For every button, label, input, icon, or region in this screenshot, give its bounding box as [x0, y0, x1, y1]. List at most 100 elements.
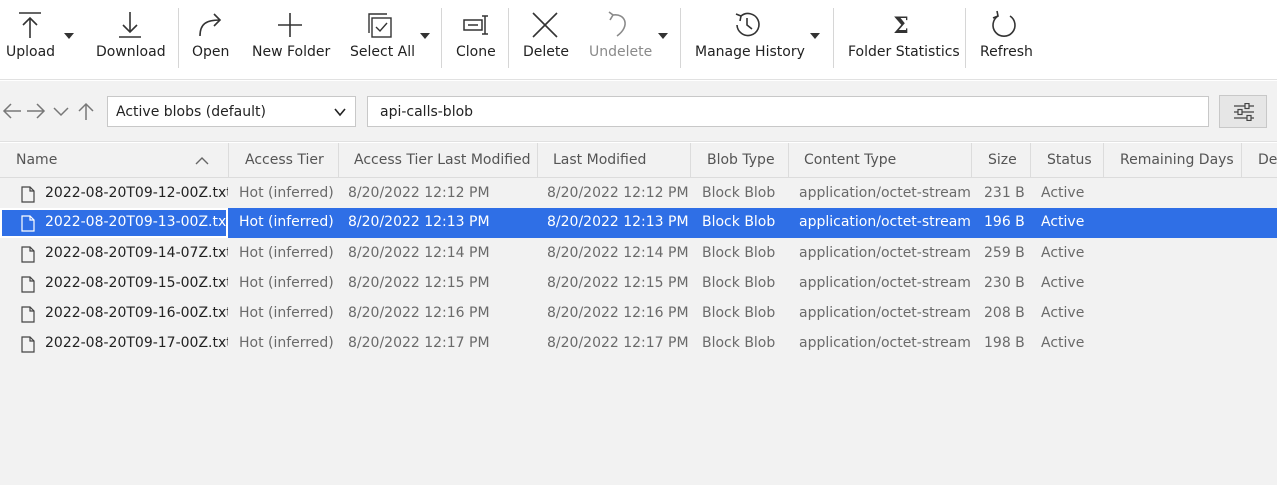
file-icon — [21, 246, 35, 263]
access-tier-modified-cell: 8/20/2022 12:13 PM — [348, 214, 490, 230]
last-modified-cell: 8/20/2022 12:13 PM — [547, 214, 689, 230]
column-header-truncated[interactable]: De — [1242, 143, 1277, 178]
blob-name: 2022-08-20T09-12-00Z.txt — [45, 185, 228, 201]
refresh-button[interactable]: Refresh — [974, 0, 1036, 74]
access-tier-cell: Hot (inferred) — [239, 305, 334, 321]
status-cell: Active — [1041, 305, 1085, 321]
undelete-dropdown-caret[interactable] — [658, 33, 668, 39]
size-cell: 208 B — [984, 305, 1025, 321]
column-header-remaining-days[interactable]: Remaining Days — [1104, 143, 1242, 178]
table-row[interactable]: 2022-08-20T09-12-00Z.txt Hot (inferred) 8/… — [0, 179, 1277, 209]
path-input[interactable]: api-calls-blob — [367, 96, 1209, 127]
access-tier-modified-cell: 8/20/2022 12:14 PM — [348, 245, 490, 261]
blob-name: 2022-08-20T09-15-00Z.txt — [45, 275, 228, 291]
blob-name: 2022-08-20T09-14-07Z.txt — [45, 245, 228, 261]
access-tier-cell: Hot (inferred) — [239, 335, 334, 351]
status-cell: Active — [1041, 185, 1085, 201]
column-header-access-tier[interactable]: Access Tier — [229, 143, 339, 178]
select-all-dropdown-caret[interactable] — [420, 33, 430, 39]
chevron-down-icon — [334, 108, 346, 117]
sort-ascending-icon — [195, 157, 209, 165]
upload-icon — [19, 12, 41, 38]
blob-type-cell: Block Blob — [702, 214, 776, 230]
last-modified-cell: 8/20/2022 12:15 PM — [547, 275, 689, 291]
upload-dropdown-caret[interactable] — [64, 33, 74, 39]
table-row[interactable]: 2022-08-20T09-15-00Z.txt Hot (inferred) 8/… — [0, 269, 1277, 299]
column-header-label: Access Tier Last Modified — [354, 152, 531, 168]
last-modified-cell: 8/20/2022 12:17 PM — [547, 335, 689, 351]
column-header-label: Name — [16, 152, 58, 168]
up-arrow-icon[interactable] — [76, 101, 96, 121]
column-header-size[interactable]: Size — [972, 143, 1031, 178]
open-icon — [199, 13, 222, 37]
access-tier-cell: Hot (inferred) — [239, 185, 334, 201]
new-folder-button[interactable]: New Folder — [246, 0, 336, 74]
blob-grid: Name Access Tier Access Tier Last Modifi… — [0, 143, 1277, 485]
toolbar-separator — [178, 8, 179, 68]
column-header-last-modified[interactable]: Last Modified — [538, 143, 691, 178]
access-tier-modified-cell: 8/20/2022 12:15 PM — [348, 275, 490, 291]
blob-type-cell: Block Blob — [702, 245, 776, 261]
column-header-content-type[interactable]: Content Type — [789, 143, 972, 178]
forward-arrow-icon[interactable] — [26, 101, 46, 121]
column-header-label: Content Type — [804, 152, 897, 168]
manage-history-button[interactable]: Manage History — [689, 0, 807, 74]
folder-statistics-button[interactable]: Σ Folder Statistics — [842, 0, 960, 74]
recent-locations-chevron-icon[interactable] — [51, 101, 71, 121]
toolbar-separator — [833, 8, 834, 68]
download-button[interactable]: Download — [90, 0, 170, 74]
name-cell[interactable]: 2022-08-20T09-17-00Z.txt — [0, 329, 228, 359]
name-cell[interactable]: 2022-08-20T09-15-00Z.txt — [0, 269, 228, 299]
refresh-icon — [992, 10, 1016, 37]
open-label: Open — [192, 44, 230, 60]
open-button[interactable]: Open — [186, 0, 236, 74]
select-all-label: Select All — [350, 44, 415, 60]
manage-history-dropdown-caret[interactable] — [810, 33, 820, 39]
back-arrow-icon[interactable] — [2, 101, 22, 121]
refresh-label: Refresh — [980, 44, 1033, 60]
blob-name: 2022-08-20T09-16-00Z.txt — [45, 305, 228, 321]
file-icon — [21, 336, 35, 353]
svg-text:Σ: Σ — [893, 13, 909, 39]
table-row[interactable]: 2022-08-20T09-14-07Z.txt Hot (inferred) 8/… — [0, 239, 1277, 269]
column-header-status[interactable]: Status — [1031, 143, 1104, 178]
file-icon — [21, 215, 35, 232]
select-all-icon — [368, 13, 392, 38]
history-icon — [735, 12, 760, 37]
view-mode-select[interactable]: Active blobs (default) — [107, 96, 356, 127]
toolbar-separator — [508, 8, 509, 68]
size-cell: 231 B — [984, 185, 1025, 201]
name-cell[interactable]: 2022-08-20T09-12-00Z.txt — [0, 179, 228, 209]
column-header-label: De — [1258, 152, 1277, 168]
name-cell[interactable]: 2022-08-20T09-13-00Z.txt — [0, 208, 228, 238]
status-cell: Active — [1041, 275, 1085, 291]
blob-name: 2022-08-20T09-17-00Z.txt — [45, 335, 228, 351]
column-header-blob-type[interactable]: Blob Type — [691, 143, 789, 178]
plus-icon — [278, 13, 302, 37]
table-row[interactable]: 2022-08-20T09-17-00Z.txt Hot (inferred) 8/… — [0, 329, 1277, 359]
column-options-button[interactable] — [1219, 95, 1267, 128]
access-tier-modified-cell: 8/20/2022 12:16 PM — [348, 305, 490, 321]
select-all-button[interactable]: Select All — [344, 0, 416, 74]
column-header-name[interactable]: Name — [0, 143, 229, 178]
undelete-button[interactable]: Undelete — [583, 0, 655, 74]
toolbar-separator — [441, 8, 442, 68]
column-header-access-tier-last-modified[interactable]: Access Tier Last Modified — [339, 143, 538, 178]
name-cell[interactable]: 2022-08-20T09-16-00Z.txt — [0, 299, 228, 329]
table-row[interactable]: 2022-08-20T09-13-00Z.txt Hot (inferred) 8/… — [0, 208, 1277, 238]
clone-button[interactable]: Clone — [450, 0, 502, 74]
content-type-cell: application/octet-stream — [799, 214, 971, 230]
upload-button[interactable]: Upload — [0, 0, 60, 74]
blob-name: 2022-08-20T09-13-00Z.txt — [45, 214, 228, 230]
content-type-cell: application/octet-stream — [799, 275, 971, 291]
table-row[interactable]: 2022-08-20T09-16-00Z.txt Hot (inferred) 8/… — [0, 299, 1277, 329]
column-header-label: Access Tier — [245, 152, 324, 168]
access-tier-modified-cell: 8/20/2022 12:12 PM — [348, 185, 490, 201]
file-icon — [21, 306, 35, 323]
last-modified-cell: 8/20/2022 12:12 PM — [547, 185, 689, 201]
delete-button[interactable]: Delete — [517, 0, 573, 74]
column-header-label: Size — [988, 152, 1017, 168]
clone-label: Clone — [456, 44, 496, 60]
column-header-label: Status — [1047, 152, 1092, 168]
name-cell[interactable]: 2022-08-20T09-14-07Z.txt — [0, 239, 228, 269]
